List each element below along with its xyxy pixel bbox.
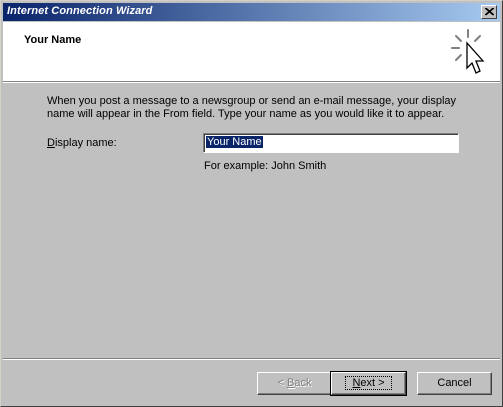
display-name-label: Display name:	[47, 137, 117, 149]
close-button[interactable]	[481, 5, 497, 19]
next-button[interactable]: Next >	[330, 371, 407, 396]
footer-divider	[3, 358, 500, 360]
close-icon	[485, 8, 494, 16]
window-title: Internet Connection Wizard	[7, 5, 153, 17]
title-bar[interactable]: Internet Connection Wizard	[3, 3, 500, 21]
description-text: When you post a message to a newsgroup o…	[47, 95, 457, 120]
wizard-window: Internet Connection Wizard Your Name Whe…	[0, 0, 503, 407]
header-divider	[3, 81, 500, 83]
cancel-button[interactable]: Cancel	[417, 372, 492, 395]
back-label-text: ack	[294, 377, 312, 389]
page-title: Your Name	[24, 34, 82, 46]
next-focus-rect: Next >	[345, 376, 392, 390]
next-label-text: ext >	[360, 377, 385, 389]
display-name-label-text: isplay name:	[54, 137, 117, 149]
display-name-input[interactable]: Your Name	[203, 133, 459, 153]
wizard-cursor-icon	[451, 29, 485, 74]
wizard-header: Your Name	[3, 22, 500, 81]
back-label-prefix: <	[277, 377, 287, 389]
example-text: For example: John Smith	[204, 160, 327, 172]
display-name-label-mnemonic: D	[47, 137, 55, 149]
back-button[interactable]: < Back	[257, 372, 332, 395]
display-name-value: Your Name	[206, 136, 263, 148]
